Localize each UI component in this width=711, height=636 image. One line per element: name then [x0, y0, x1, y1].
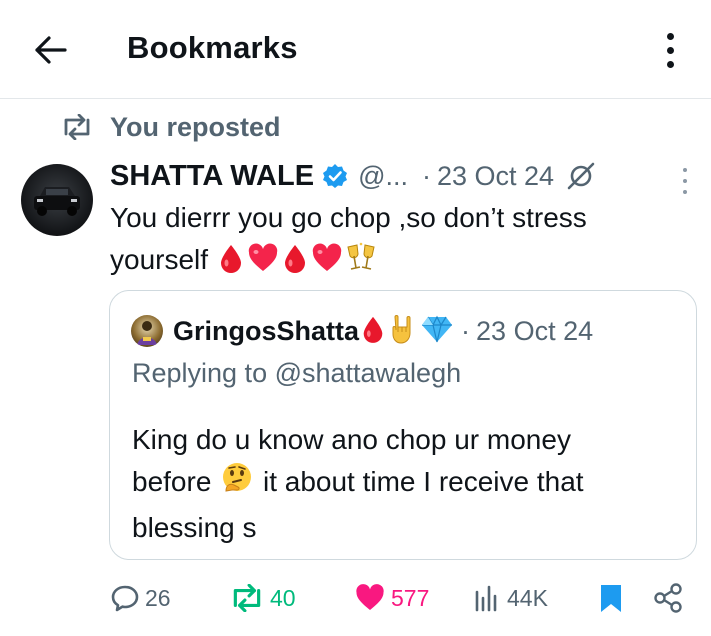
- separator-dot: ·: [461, 315, 471, 346]
- tweet-header: SHATTA WALE @... · 23 Oct 24: [110, 156, 596, 196]
- car-image: [34, 187, 80, 216]
- repost-label: You reposted: [110, 111, 281, 142]
- gem-icon: [420, 314, 454, 349]
- quoted-display-name[interactable]: GringosShatta: [173, 316, 359, 347]
- quoted-text-line: before it about time I receive that: [132, 461, 680, 507]
- quoted-avatar[interactable]: [131, 315, 163, 347]
- share-button[interactable]: [652, 576, 684, 620]
- replying-to[interactable]: Replying to @shattawalegh: [132, 358, 461, 389]
- reply-button[interactable]: 26: [110, 576, 171, 620]
- tweet-text-line: You dierrr you go chop ,so don’t stress: [110, 202, 587, 233]
- back-button[interactable]: [30, 32, 70, 68]
- heart-emoji-icon: [247, 243, 279, 285]
- more-vertical-icon: [666, 32, 674, 40]
- blood-drop-icon: [217, 243, 245, 285]
- quoted-tweet-text: King do u know ano chop ur money before …: [132, 419, 680, 549]
- grok-icon[interactable]: [566, 161, 596, 191]
- handle[interactable]: @...: [358, 161, 408, 192]
- repost-button[interactable]: 40: [229, 576, 296, 620]
- display-name[interactable]: SHATTA WALE: [110, 160, 314, 193]
- heart-emoji-icon: [311, 243, 343, 285]
- more-options-button[interactable]: [655, 28, 685, 72]
- quoted-tweet-header: GringosShatta · 23 Oct 24: [131, 313, 593, 349]
- top-app-bar: Bookmarks: [0, 0, 711, 99]
- separator-dot: ·: [421, 160, 431, 191]
- repost-banner: You reposted: [60, 110, 281, 144]
- verified-badge-icon: [322, 163, 348, 189]
- avatar[interactable]: [21, 164, 93, 236]
- tweet-text-line: yourself: [110, 239, 690, 285]
- tweet-date[interactable]: 23 Oct 24: [437, 161, 554, 192]
- repost-count: 40: [270, 584, 296, 611]
- rock-hand-icon: [388, 313, 418, 350]
- reply-bubble-icon: [111, 585, 139, 612]
- views-bars-icon: [475, 585, 497, 612]
- quoted-tweet-card[interactable]: GringosShatta · 23 Oct 24 Replying to @s…: [109, 290, 697, 560]
- bookmark-button[interactable]: [598, 576, 624, 620]
- share-icon: [654, 583, 682, 613]
- page-title: Bookmarks: [127, 30, 298, 65]
- views-button[interactable]: 44K: [472, 576, 548, 620]
- arrow-left-icon: [35, 36, 67, 64]
- tweet-action-bar: 26 40 577 44K: [0, 576, 711, 620]
- bookmark-icon: [601, 585, 621, 612]
- like-button[interactable]: 577: [354, 576, 429, 620]
- blood-drop-icon: [360, 314, 386, 349]
- tweet-more-button[interactable]: [680, 168, 690, 194]
- like-count: 577: [391, 584, 430, 611]
- repost-icon: [64, 114, 90, 140]
- blood-drop-icon: [281, 243, 309, 285]
- quoted-text-line: King do u know ano chop ur money: [132, 424, 571, 455]
- clinking-glasses-icon: [345, 241, 377, 285]
- quoted-text-line: blessing s: [132, 512, 257, 543]
- heart-icon: [356, 584, 384, 610]
- quoted-date[interactable]: 23 Oct 24: [476, 316, 593, 347]
- views-count: 44K: [507, 584, 548, 611]
- repost-icon: [233, 584, 261, 612]
- thinking-face-icon: [220, 461, 254, 507]
- tweet-text: You dierrr you go chop ,so don’t stress …: [110, 197, 690, 285]
- more-dots-icon: [683, 168, 687, 172]
- reply-count: 26: [145, 584, 171, 611]
